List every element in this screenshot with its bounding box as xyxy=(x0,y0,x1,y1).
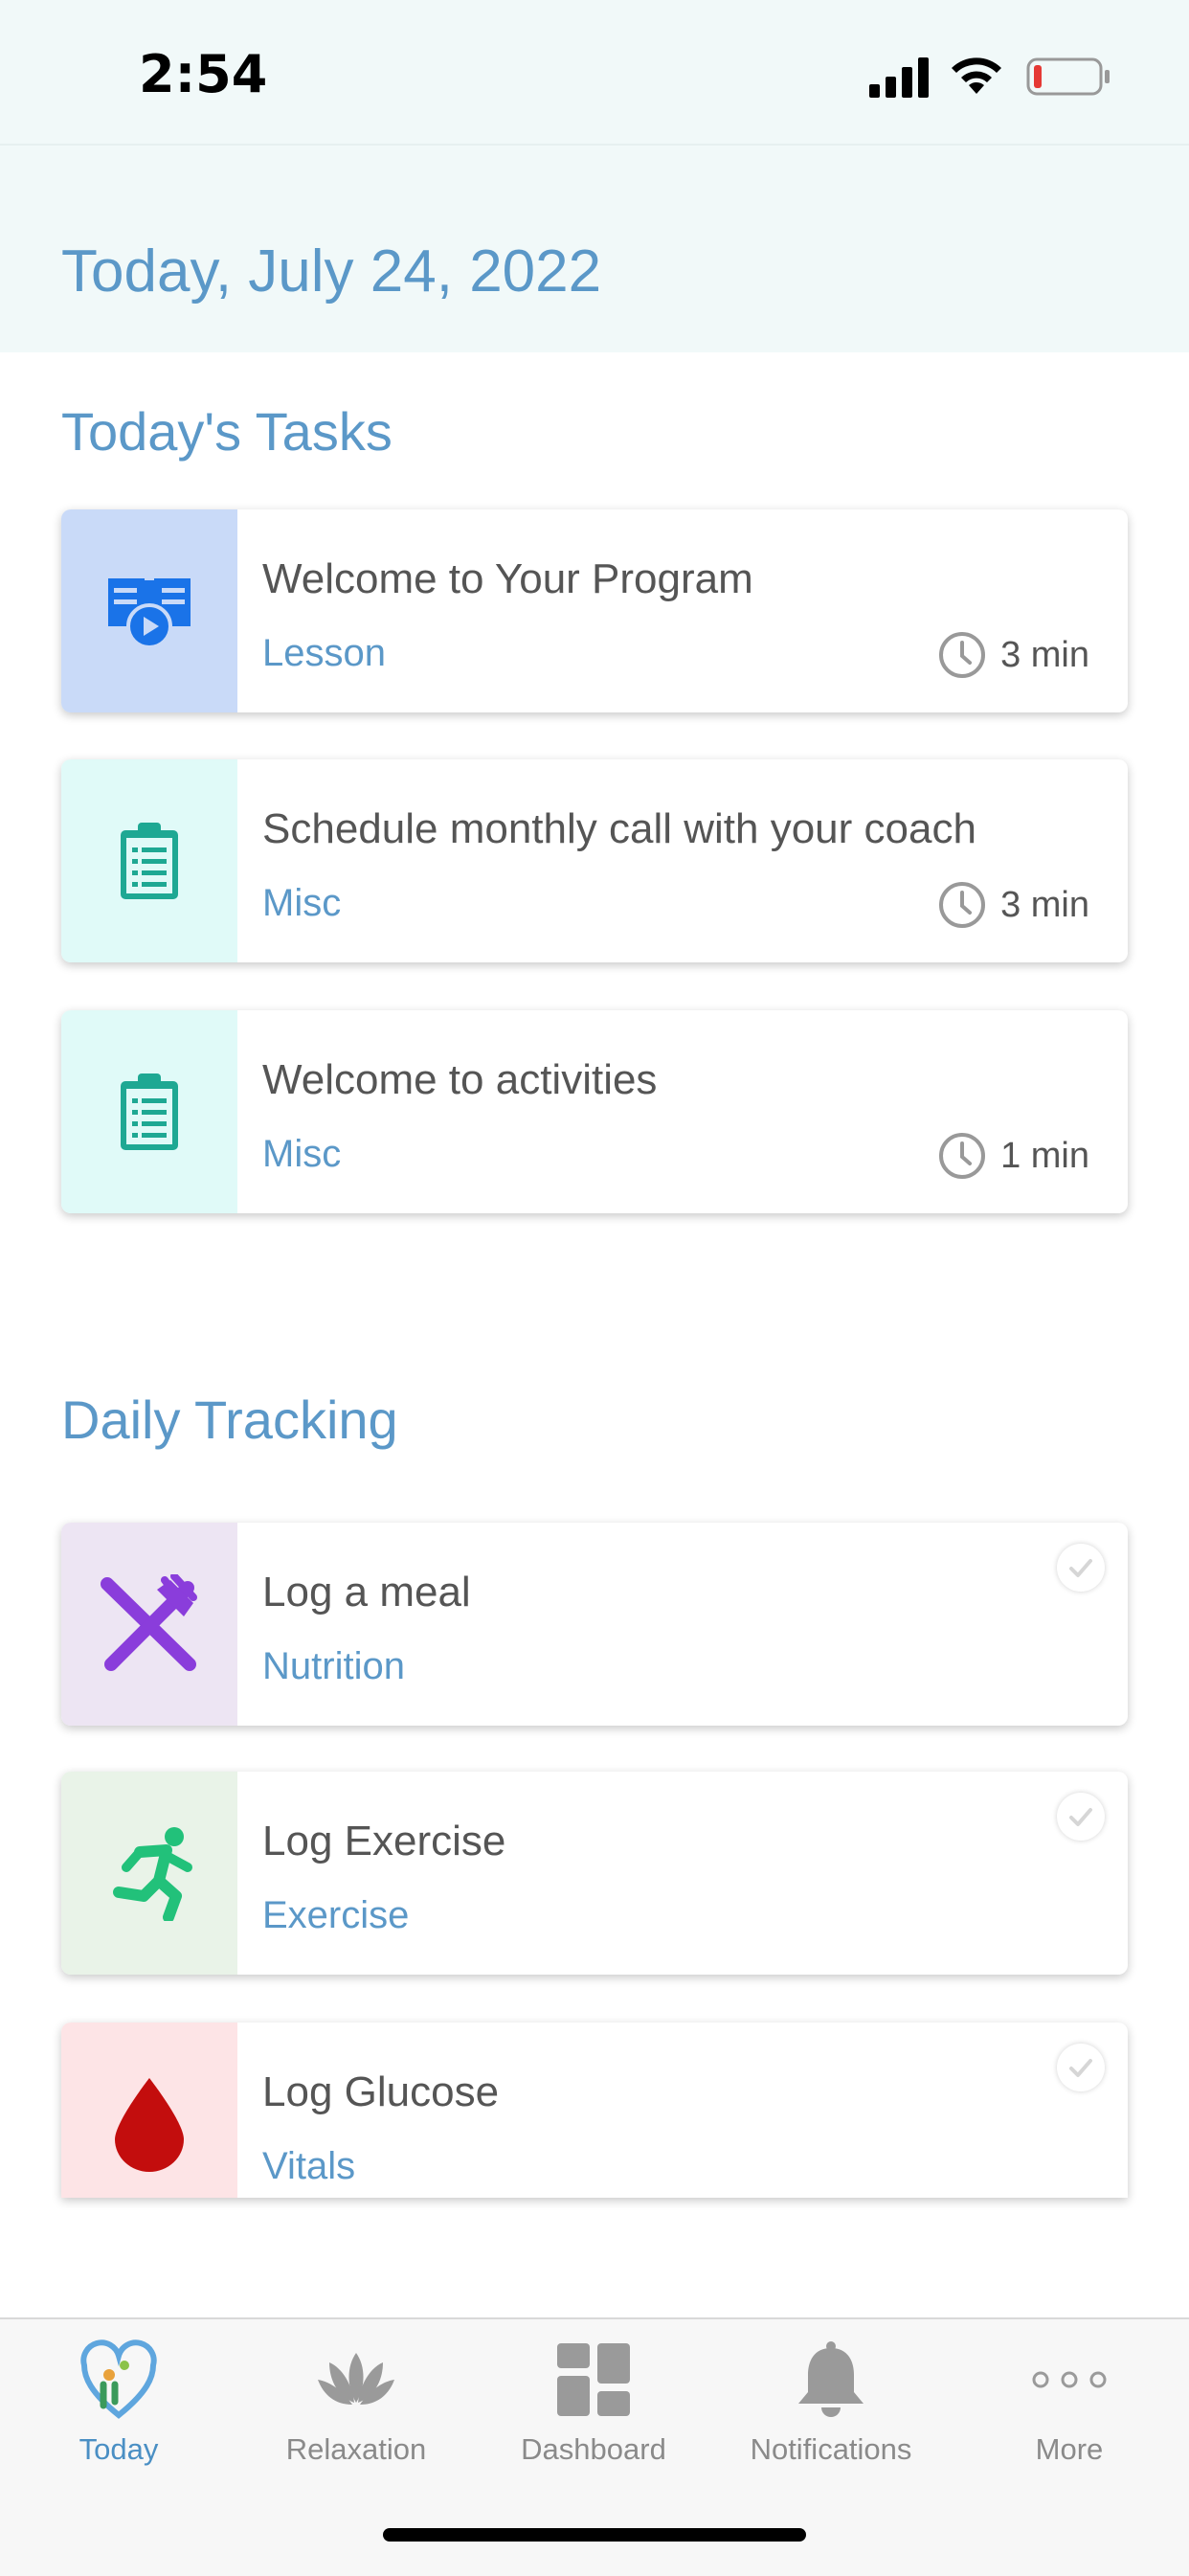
tab-label: Relaxation xyxy=(285,2432,427,2466)
clipboard-icon xyxy=(121,1073,178,1150)
tracking-title: Log a meal xyxy=(262,1569,471,1616)
task-category: Lesson xyxy=(262,632,386,674)
check-icon xyxy=(1069,1559,1092,1577)
task-duration: 1 min xyxy=(937,1131,1089,1181)
tracking-card[interactable]: Log Glucose Vitals xyxy=(61,2022,1128,2198)
tab-label: Notifications xyxy=(750,2432,912,2466)
duration-text: 3 min xyxy=(1000,884,1089,925)
bell-icon xyxy=(798,2341,864,2417)
tab-relaxation[interactable]: Relaxation xyxy=(237,2319,475,2482)
check-icon xyxy=(1069,1808,1092,1826)
date-header: Today, July 24, 2022 xyxy=(0,146,1189,352)
task-card[interactable]: Welcome to activities Misc 1 min xyxy=(61,1010,1128,1213)
task-duration: 3 min xyxy=(937,880,1089,930)
task-category: Misc xyxy=(262,882,342,924)
clock-icon xyxy=(939,632,986,678)
status-bar: 2:54 xyxy=(0,0,1189,146)
tab-today[interactable]: Today xyxy=(0,2319,237,2482)
tracking-category: Vitals xyxy=(262,2145,356,2187)
task-title: Welcome to Your Program xyxy=(262,555,753,602)
clock-icon xyxy=(939,1133,986,1179)
clipboard-icon xyxy=(121,823,178,899)
more-dots-icon xyxy=(1032,2371,1107,2388)
tracking-category: Exercise xyxy=(262,1894,410,1936)
tracking-title: Log Glucose xyxy=(262,2068,500,2115)
today-logo-icon xyxy=(80,2339,157,2419)
status-time: 2:54 xyxy=(139,44,268,104)
page-title: Today, July 24, 2022 xyxy=(61,238,602,305)
running-icon xyxy=(113,1827,192,1921)
tab-label: Dashboard xyxy=(521,2432,666,2466)
task-card[interactable]: Schedule monthly call with your coach Mi… xyxy=(61,759,1128,962)
tab-dashboard[interactable]: Dashboard xyxy=(475,2319,712,2482)
tasks-section-title: Today's Tasks xyxy=(61,401,393,462)
completion-check[interactable] xyxy=(1057,1793,1105,1841)
task-category: Misc xyxy=(262,1133,342,1175)
tab-more[interactable]: More xyxy=(950,2319,1189,2482)
completion-check[interactable] xyxy=(1057,2044,1105,2091)
tab-label: More xyxy=(1035,2432,1104,2466)
wifi-icon xyxy=(952,57,1001,94)
tracking-card[interactable]: Log a meal Nutrition xyxy=(61,1523,1128,1726)
dashboard-icon xyxy=(557,2343,630,2416)
tab-label: Today xyxy=(79,2432,159,2466)
task-duration: 3 min xyxy=(937,630,1089,680)
tracking-section-title: Daily Tracking xyxy=(61,1390,398,1450)
lesson-video-icon xyxy=(108,578,191,649)
duration-text: 1 min xyxy=(1000,1135,1089,1176)
cellular-signal-icon xyxy=(869,57,929,98)
blood-drop-icon xyxy=(115,2078,184,2172)
task-title: Schedule monthly call with your coach xyxy=(262,805,976,852)
clock-icon xyxy=(939,882,986,928)
fork-knife-icon xyxy=(101,1574,197,1671)
check-icon xyxy=(1069,2059,1092,2077)
completion-check[interactable] xyxy=(1057,1544,1105,1592)
task-title: Welcome to activities xyxy=(262,1056,658,1103)
tab-notifications[interactable]: Notifications xyxy=(712,2319,950,2482)
lotus-icon xyxy=(318,2353,394,2405)
tracking-title: Log Exercise xyxy=(262,1818,506,1864)
duration-text: 3 min xyxy=(1000,634,1089,675)
home-indicator xyxy=(383,2528,806,2542)
battery-low-icon xyxy=(1026,57,1110,96)
tracking-category: Nutrition xyxy=(262,1645,405,1687)
task-card[interactable]: Welcome to Your Program Lesson 3 min xyxy=(61,509,1128,712)
tracking-card[interactable]: Log Exercise Exercise xyxy=(61,1772,1128,1975)
